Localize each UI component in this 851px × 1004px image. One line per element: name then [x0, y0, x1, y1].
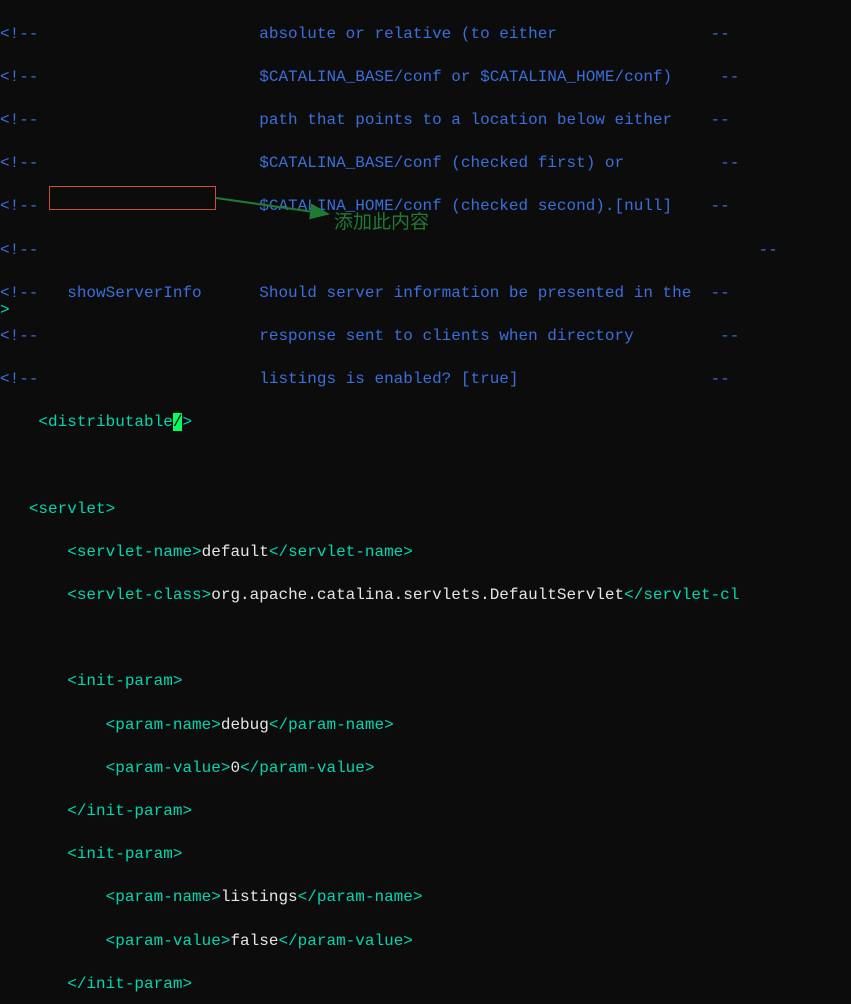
- comment-text: listings is enabled? [true]: [259, 370, 518, 388]
- param-name-text: debug: [221, 716, 269, 734]
- param-value-text: false: [230, 932, 278, 950]
- init-param-open: <init-param>: [67, 845, 182, 863]
- comment-open: <!--: [0, 154, 38, 172]
- annotation-text: 添加此内容: [334, 210, 429, 236]
- comment-open: <!--: [0, 111, 38, 129]
- comment-text: response sent to clients when directory: [259, 327, 633, 345]
- servlet-class-close: </servlet-cl: [624, 586, 739, 604]
- param-value-open: <param-value>: [106, 932, 231, 950]
- code-editor[interactable]: <!-- absolute or relative (to either -- …: [0, 2, 851, 1004]
- comment-close: --: [720, 154, 739, 172]
- init-param-open: <init-param>: [67, 672, 182, 690]
- xml-bracket: >: [182, 413, 192, 431]
- param-name-close: </param-name>: [298, 888, 423, 906]
- param-value-text: 0: [230, 759, 240, 777]
- comment-text: path that points to a location below eit…: [259, 111, 672, 129]
- servlet-name-text: default: [202, 543, 269, 561]
- comment-text: absolute or relative (to either: [259, 25, 557, 43]
- comment-close: --: [711, 370, 730, 388]
- comment-open: <!--: [0, 327, 38, 345]
- comment-close: --: [720, 327, 739, 345]
- distributable-tag: distributable: [48, 413, 173, 431]
- comment-open: <!--: [0, 68, 38, 86]
- param-value-close: </param-value>: [240, 759, 374, 777]
- param-name-open: <param-name>: [106, 888, 221, 906]
- comment-label: showServerInfo: [67, 284, 201, 302]
- comment-close: --: [711, 197, 730, 215]
- xml-bracket: <: [38, 413, 48, 431]
- servlet-name-open: <servlet-name>: [67, 543, 201, 561]
- cursor: /: [173, 413, 183, 431]
- servlet-class-text: org.apache.catalina.servlets.DefaultServ…: [211, 586, 624, 604]
- comment-close: --: [759, 241, 778, 259]
- servlet-open-tag: <servlet>: [29, 500, 115, 518]
- param-name-open: <param-name>: [106, 716, 221, 734]
- servlet-class-open: <servlet-class>: [67, 586, 211, 604]
- init-param-close: </init-param>: [67, 802, 192, 820]
- param-value-open: <param-value>: [106, 759, 231, 777]
- param-name-close: </param-name>: [269, 716, 394, 734]
- comment-close: --: [711, 111, 730, 129]
- comment-close: --: [711, 284, 730, 302]
- comment-open: <!--: [0, 25, 38, 43]
- comment-close: --: [711, 25, 730, 43]
- comment-open: <!--: [0, 370, 38, 388]
- comment-open: <!--: [0, 197, 38, 215]
- comment-close: --: [720, 68, 739, 86]
- comment-text: $CATALINA_BASE/conf or $CATALINA_HOME/co…: [259, 68, 672, 86]
- comment-text: Should server information be presented i…: [259, 284, 691, 302]
- gutter-indicator: >: [0, 300, 10, 322]
- servlet-name-close: </servlet-name>: [269, 543, 413, 561]
- comment-text: $CATALINA_HOME/conf (checked second).[nu…: [259, 197, 672, 215]
- param-name-text: listings: [221, 888, 298, 906]
- comment-text: $CATALINA_BASE/conf (checked first) or: [259, 154, 624, 172]
- init-param-close: </init-param>: [67, 975, 192, 993]
- comment-open: <!--: [0, 241, 38, 259]
- param-value-close: </param-value>: [278, 932, 412, 950]
